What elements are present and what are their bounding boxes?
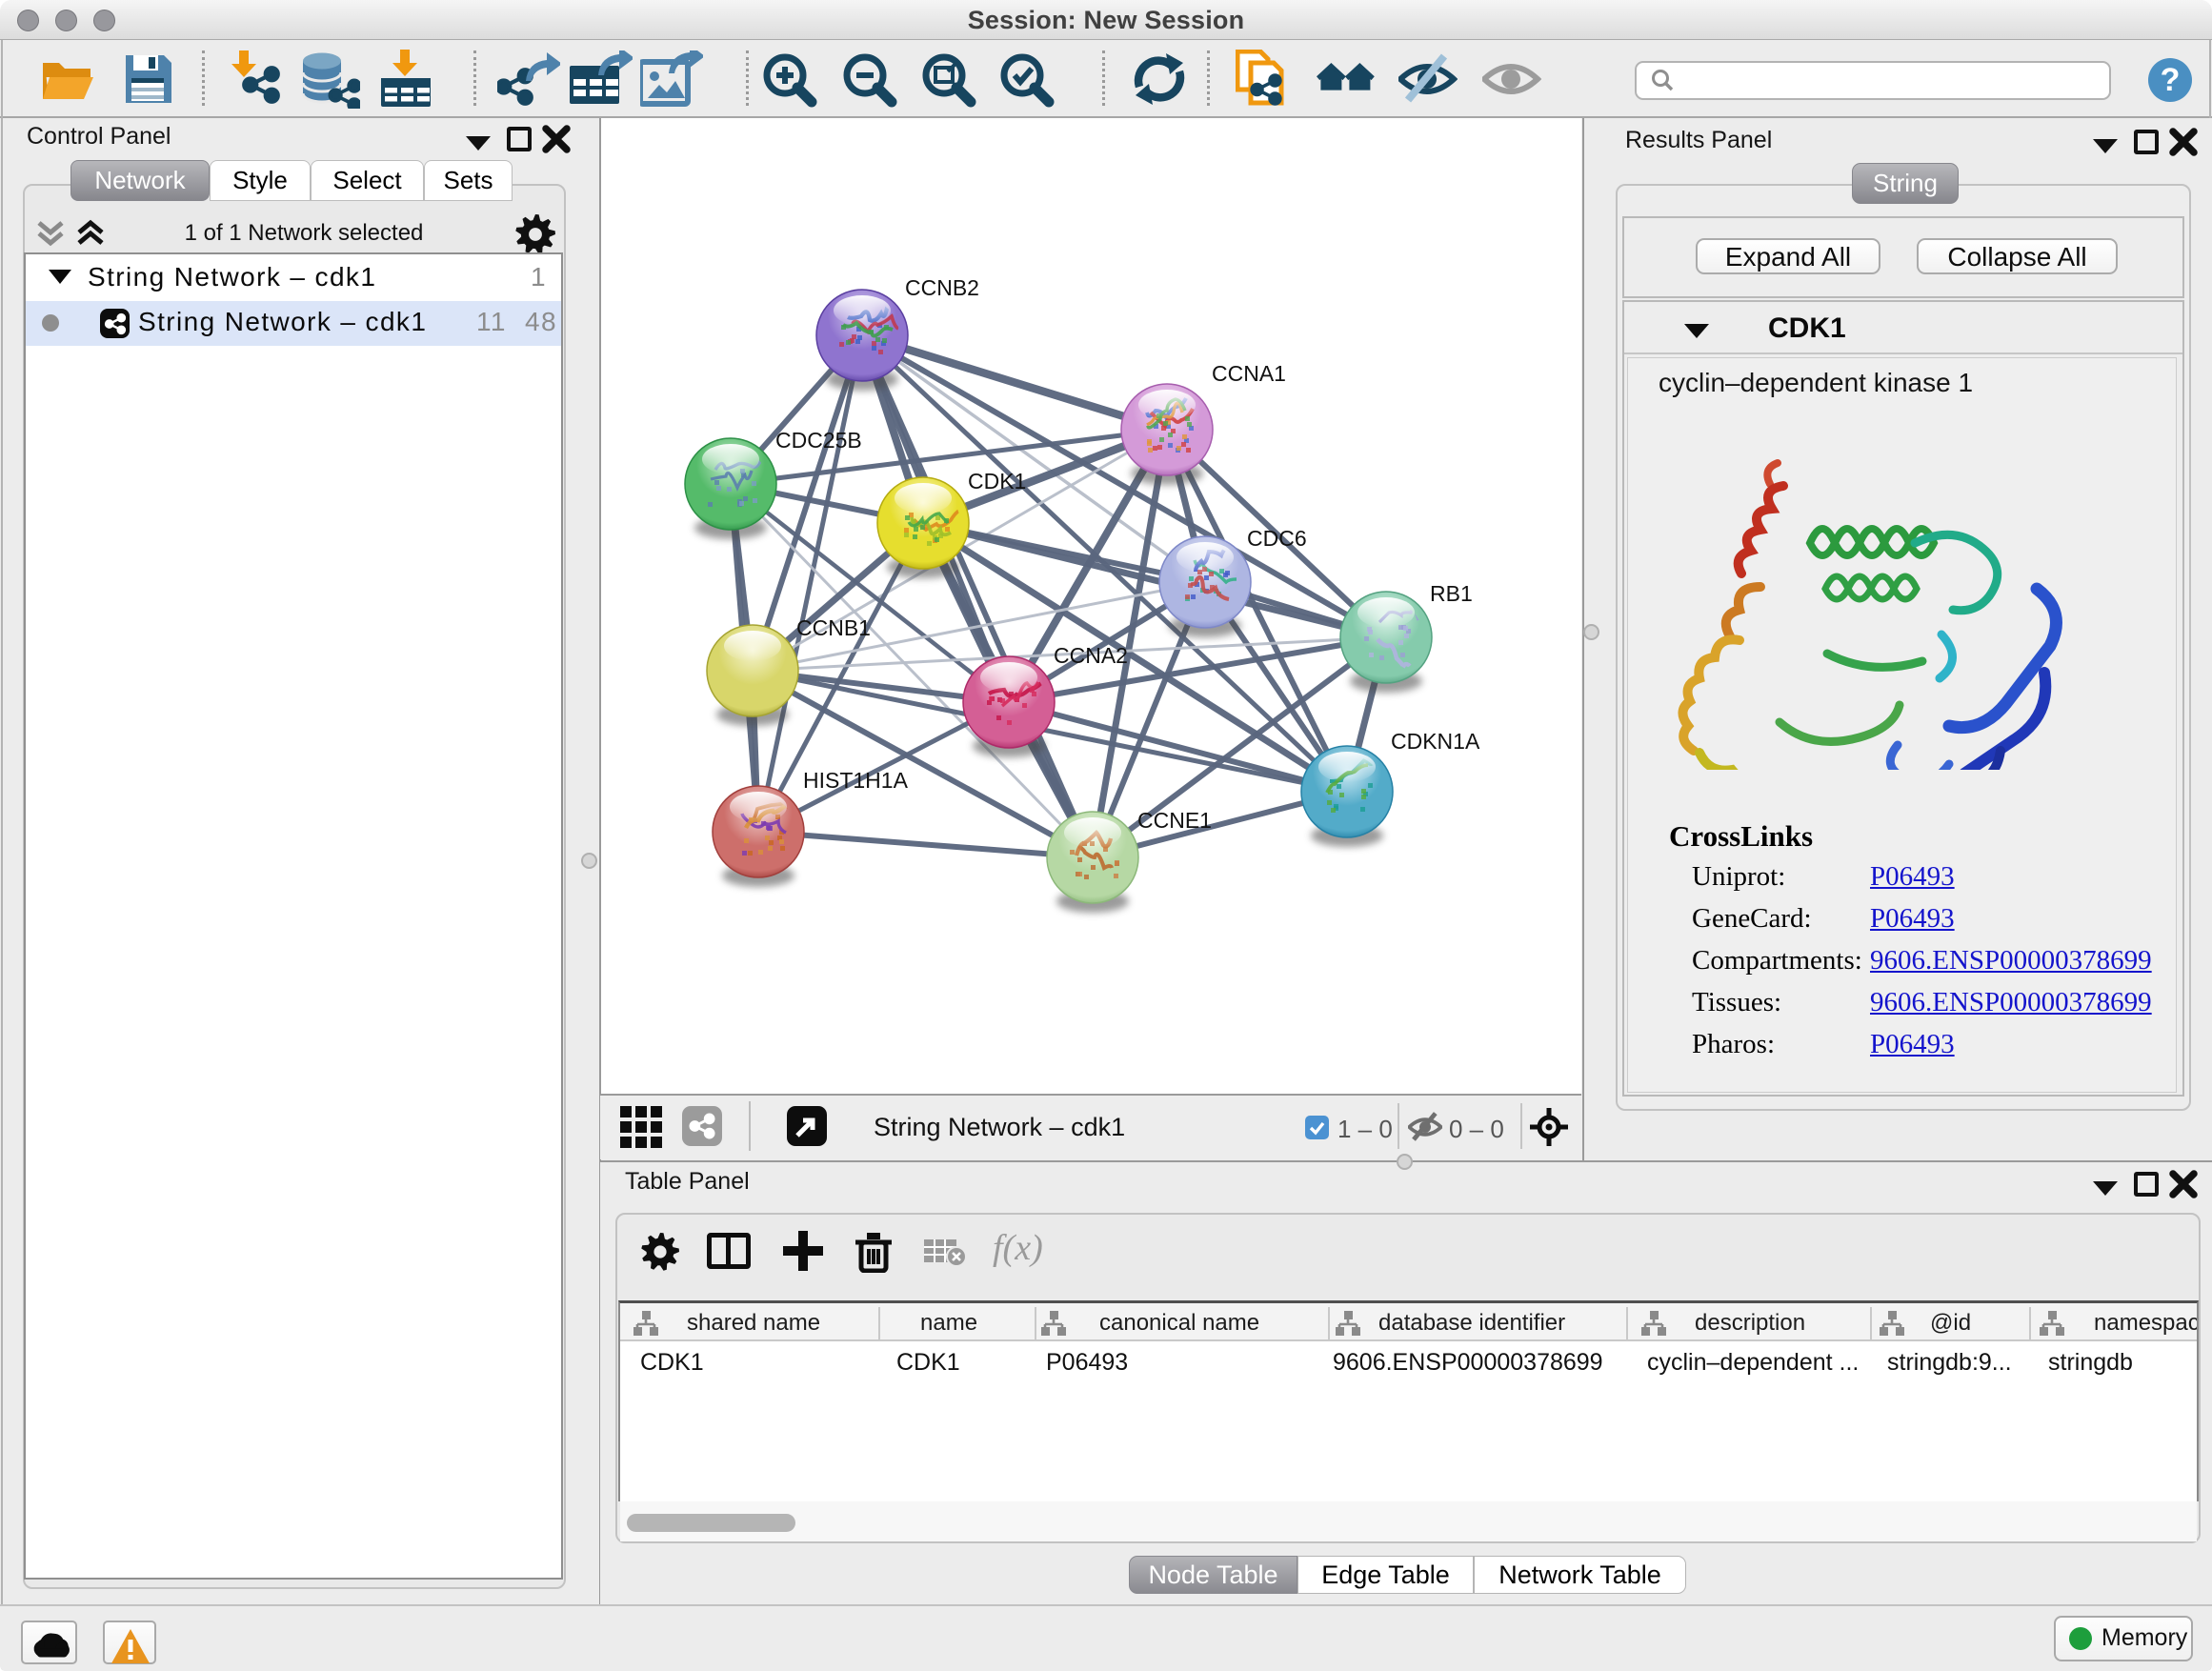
svg-text:CDKN1A: CDKN1A	[1391, 729, 1480, 754]
svg-text:CCNE1: CCNE1	[1137, 808, 1212, 833]
svg-text:RB1: RB1	[1430, 581, 1473, 606]
svg-text:CCNA2: CCNA2	[1054, 643, 1128, 668]
svg-text:HIST1H1A: HIST1H1A	[803, 768, 909, 793]
svg-text:CDK1: CDK1	[968, 469, 1026, 493]
svg-text:CCNB2: CCNB2	[905, 275, 979, 300]
svg-text:?: ?	[2161, 62, 2181, 98]
svg-text:CCNA1: CCNA1	[1212, 361, 1286, 386]
svg-text:CDC6: CDC6	[1247, 526, 1307, 551]
svg-text:CDC25B: CDC25B	[775, 428, 862, 453]
svg-text:CCNB1: CCNB1	[796, 615, 871, 640]
